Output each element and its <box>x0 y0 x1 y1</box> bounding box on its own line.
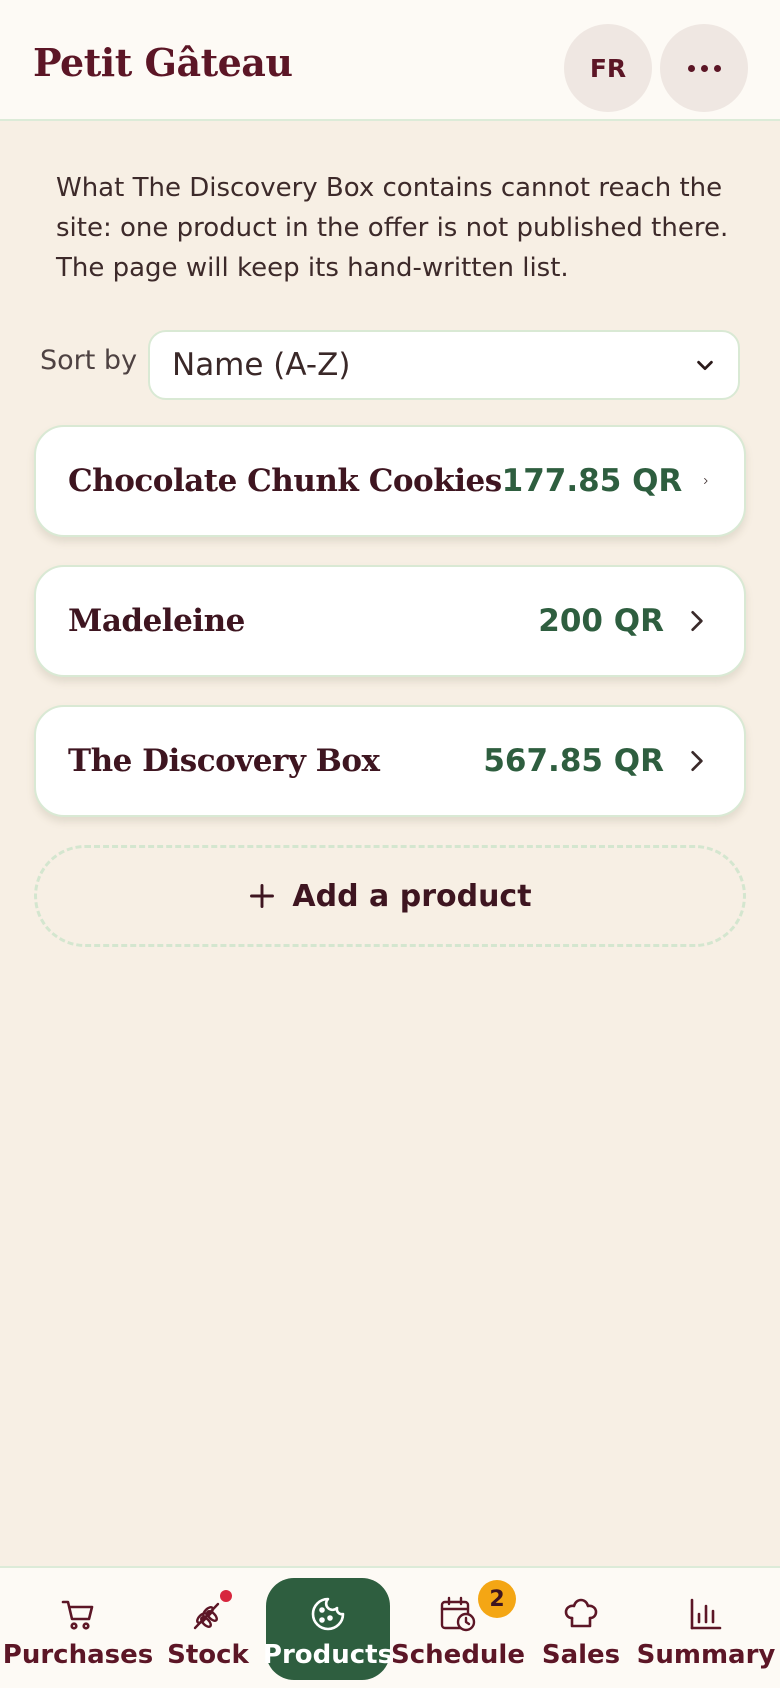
product-price: 567.85 QR <box>483 743 664 779</box>
product-name: The Discovery Box <box>68 743 380 779</box>
nav-label: Products <box>262 1640 394 1670</box>
nav-item-purchases[interactable]: Purchases <box>3 1578 153 1680</box>
chevron-right-icon <box>704 478 708 484</box>
add-product-button[interactable]: Add a product <box>34 845 746 947</box>
sort-label: Sort by <box>40 345 138 376</box>
add-product-label: Add a product <box>292 878 532 914</box>
app-title: Petit Gâteau <box>33 40 293 85</box>
product-row[interactable]: Madeleine 200 QR <box>34 565 746 677</box>
nav-item-products[interactable]: Products <box>262 1578 394 1680</box>
nav-item-stock[interactable]: Stock <box>160 1578 256 1680</box>
product-name: Chocolate Chunk Cookies <box>68 463 502 499</box>
nav-label: Stock <box>167 1640 249 1670</box>
nav-item-summary[interactable]: Summary <box>637 1578 775 1680</box>
calendar-clock-icon <box>440 1596 476 1632</box>
language-button[interactable]: FR <box>564 24 652 112</box>
plus-icon <box>250 884 275 908</box>
nav-label: Sales <box>541 1640 621 1670</box>
nav-item-schedule[interactable]: 2 Schedule <box>391 1578 525 1680</box>
schedule-count-badge: 2 <box>478 1580 516 1618</box>
bottom-navigation: Purchases Stock Products 2 Schedule Sale… <box>0 1566 780 1688</box>
stock-alert-dot <box>220 1590 232 1602</box>
nav-label: Summary <box>636 1640 776 1670</box>
product-price: 200 QR <box>538 603 664 639</box>
product-row[interactable]: Chocolate Chunk Cookies 177.85 QR <box>34 425 746 537</box>
product-price: 177.85 QR <box>501 463 683 499</box>
sort-select[interactable]: Name (A-Z) <box>148 330 740 400</box>
nav-label: Schedule <box>391 1640 525 1670</box>
chevron-right-icon <box>691 610 703 632</box>
app-header: Petit Gâteau FR <box>0 0 780 121</box>
chef-hat-icon <box>564 1598 598 1628</box>
product-name: Madeleine <box>68 603 245 639</box>
language-label: FR <box>589 53 627 83</box>
more-horizontal-icon <box>687 64 721 72</box>
sort-selected-value: Name (A-Z) <box>172 347 351 383</box>
sync-notice: What The Discovery Box contains cannot r… <box>56 173 729 283</box>
chevron-right-icon <box>691 750 703 772</box>
chevron-down-icon <box>697 360 713 371</box>
bar-chart-icon <box>690 1598 722 1630</box>
cookie-icon <box>311 1597 345 1631</box>
nav-item-sales[interactable]: Sales <box>536 1578 626 1680</box>
cart-icon <box>61 1600 94 1630</box>
product-row[interactable]: The Discovery Box 567.85 QR <box>34 705 746 817</box>
nav-label: Purchases <box>2 1640 154 1670</box>
more-options-button[interactable] <box>660 24 748 112</box>
